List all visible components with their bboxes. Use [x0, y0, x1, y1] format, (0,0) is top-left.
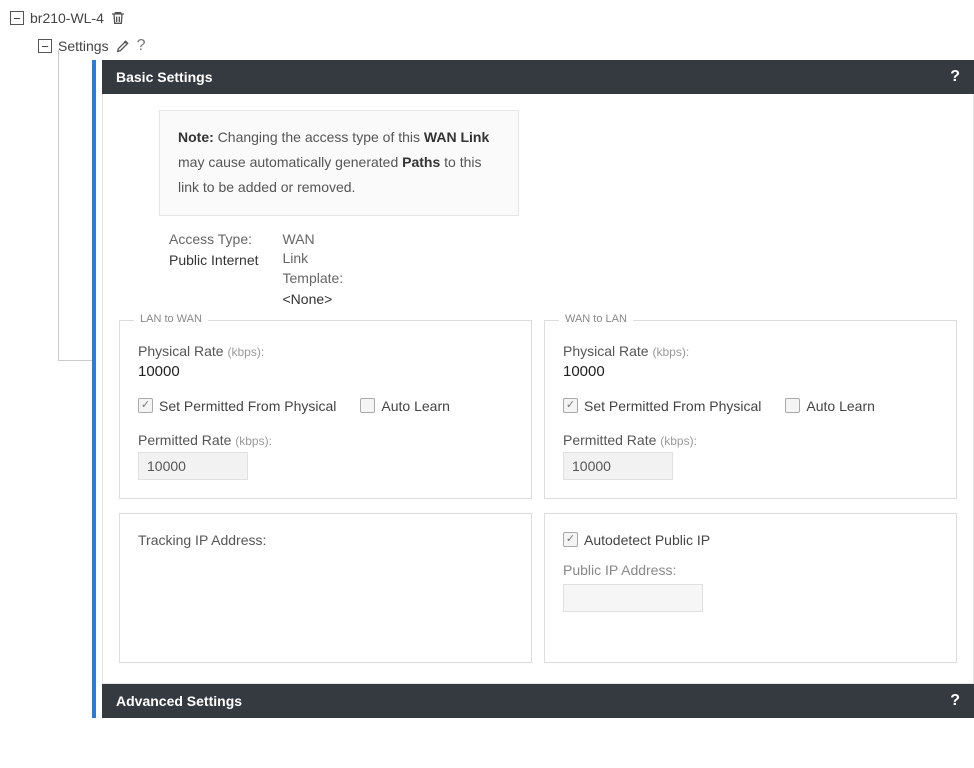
permitted-rate-label: Permitted Rate (kbps): [138, 432, 513, 448]
help-icon[interactable]: ? [950, 692, 960, 710]
tracking-ip-group: Tracking IP Address: [119, 513, 532, 663]
tree-node-root[interactable]: − br210-WL-4 [10, 4, 974, 32]
help-icon[interactable]: ? [137, 37, 146, 55]
auto-learn-checkbox[interactable] [785, 398, 800, 413]
permitted-rate-input[interactable] [138, 452, 248, 480]
public-ip-address-input[interactable] [563, 584, 703, 612]
advanced-settings-title: Advanced Settings [116, 693, 242, 709]
set-permitted-checkbox[interactable] [563, 398, 578, 413]
wan-link-template-label: WAN Link Template: [283, 230, 344, 289]
public-ip-group: Autodetect Public IP Public IP Address: [544, 513, 957, 663]
meta-row: Access Type: Public Internet WAN Link Te… [169, 230, 957, 310]
collapse-icon[interactable]: − [10, 11, 24, 25]
help-icon[interactable]: ? [950, 68, 960, 86]
permitted-rate-label: Permitted Rate (kbps): [563, 432, 938, 448]
access-type-value: Public Internet [169, 251, 259, 271]
auto-learn-checkbox[interactable] [360, 398, 375, 413]
advanced-settings-header[interactable]: Advanced Settings ? [102, 684, 974, 718]
tree-root-label: br210-WL-4 [30, 10, 104, 26]
tree-settings-label: Settings [58, 38, 109, 54]
lan-to-wan-legend: LAN to WAN [134, 313, 208, 325]
physical-rate-label: Physical Rate (kbps): [138, 343, 513, 359]
basic-settings-body: Note: Changing the access type of this W… [102, 94, 974, 684]
note-box: Note: Changing the access type of this W… [159, 110, 519, 216]
nav-tree: − br210-WL-4 − Settings ? [0, 0, 974, 60]
permitted-rate-input[interactable] [563, 452, 673, 480]
autodetect-public-ip-checkbox[interactable] [563, 532, 578, 547]
tree-node-settings[interactable]: − Settings ? [10, 32, 974, 60]
access-type-label: Access Type: [169, 230, 259, 250]
wan-to-lan-legend: WAN to LAN [559, 313, 633, 325]
physical-rate-label: Physical Rate (kbps): [563, 343, 938, 359]
set-permitted-label: Set Permitted From Physical [584, 398, 761, 414]
public-ip-address-label: Public IP Address: [563, 562, 938, 578]
physical-rate-value[interactable]: 10000 [563, 363, 938, 380]
autodetect-public-ip-label: Autodetect Public IP [584, 532, 710, 548]
trash-icon[interactable] [110, 10, 126, 26]
wan-link-template-value: <None> [283, 290, 344, 310]
wan-to-lan-group: WAN to LAN Physical Rate (kbps): 10000 S… [544, 320, 957, 499]
lan-to-wan-group: LAN to WAN Physical Rate (kbps): 10000 S… [119, 320, 532, 499]
set-permitted-label: Set Permitted From Physical [159, 398, 336, 414]
note-prefix: Note: [178, 129, 214, 145]
physical-rate-value[interactable]: 10000 [138, 363, 513, 380]
set-permitted-checkbox[interactable] [138, 398, 153, 413]
basic-settings-header: Basic Settings ? [102, 60, 974, 94]
tracking-ip-label: Tracking IP Address: [138, 532, 513, 548]
collapse-icon[interactable]: − [38, 39, 52, 53]
edit-icon[interactable] [115, 38, 131, 54]
settings-panel: Basic Settings ? Note: Changing the acce… [92, 60, 974, 718]
auto-learn-label: Auto Learn [381, 398, 450, 414]
auto-learn-label: Auto Learn [806, 398, 875, 414]
basic-settings-title: Basic Settings [116, 69, 212, 85]
